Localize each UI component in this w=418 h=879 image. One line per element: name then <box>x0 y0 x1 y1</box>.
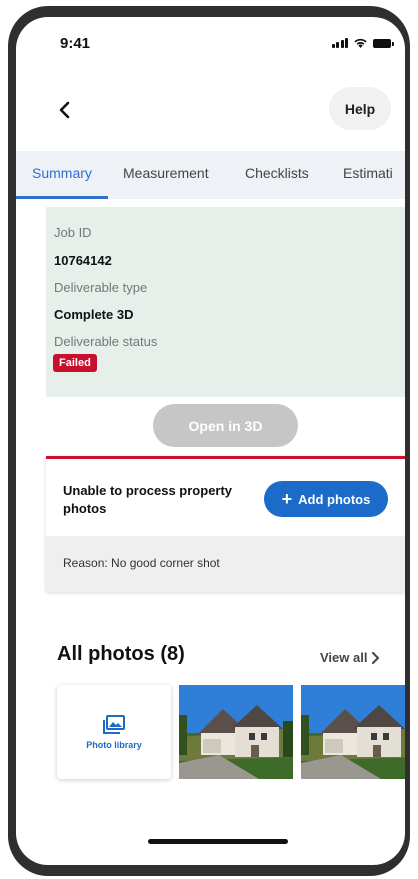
view-all-label: View all <box>320 650 368 665</box>
error-title: Unable to process property photos <box>63 483 233 516</box>
app-screen: 9:41 Help Summary Measurement Checklists… <box>16 17 405 865</box>
home-indicator <box>148 839 288 844</box>
signal-icon <box>331 38 348 48</box>
back-button[interactable] <box>52 97 78 123</box>
photos-section-title: All photos (8) <box>57 643 185 665</box>
tab-bar: Summary Measurement Checklists Estimati <box>16 151 405 199</box>
job-id-label: Job ID <box>54 225 92 240</box>
summary-card: Job ID 10764142 Deliverable type Complet… <box>46 207 405 397</box>
add-photos-label: Add photos <box>298 491 371 507</box>
tab-estimation[interactable]: Estimati <box>343 151 393 199</box>
help-button[interactable]: Help <box>329 87 391 130</box>
job-id-value: 10764142 <box>54 253 112 268</box>
tab-checklists[interactable]: Checklists <box>245 151 309 199</box>
tab-measurement[interactable]: Measurement <box>123 151 209 199</box>
photo-library-label: Photo library <box>86 740 142 750</box>
deliverable-status-label: Deliverable status <box>54 334 158 349</box>
house-photo <box>179 685 293 779</box>
status-badge: Failed <box>53 354 97 372</box>
plus-icon: + <box>281 489 293 509</box>
wifi-icon <box>354 38 367 48</box>
status-icons <box>331 37 394 48</box>
chevron-right-icon <box>372 651 380 664</box>
photo-thumbnail[interactable] <box>301 685 405 779</box>
open-in-3d-button[interactable]: Open in 3D <box>153 404 298 447</box>
status-time: 9:41 <box>60 35 91 52</box>
error-card: Unable to process property photos + Add … <box>46 456 405 592</box>
view-all-link[interactable]: View all <box>320 650 380 665</box>
photo-library-icon <box>103 715 125 734</box>
photo-library-tile[interactable]: Photo library <box>57 685 171 779</box>
battery-icon <box>373 39 394 48</box>
tab-summary[interactable]: Summary <box>16 151 108 199</box>
deliverable-type-label: Deliverable type <box>54 280 148 295</box>
status-bar: 9:41 <box>16 17 405 67</box>
house-photo <box>301 685 405 779</box>
reason-area: Reason: No good corner shot <box>46 536 405 592</box>
add-photos-button[interactable]: + Add photos <box>264 481 388 517</box>
deliverable-type-value: Complete 3D <box>54 307 134 322</box>
photo-thumbnail[interactable] <box>179 685 293 779</box>
reason-text: Reason: No good corner shot <box>63 556 220 570</box>
